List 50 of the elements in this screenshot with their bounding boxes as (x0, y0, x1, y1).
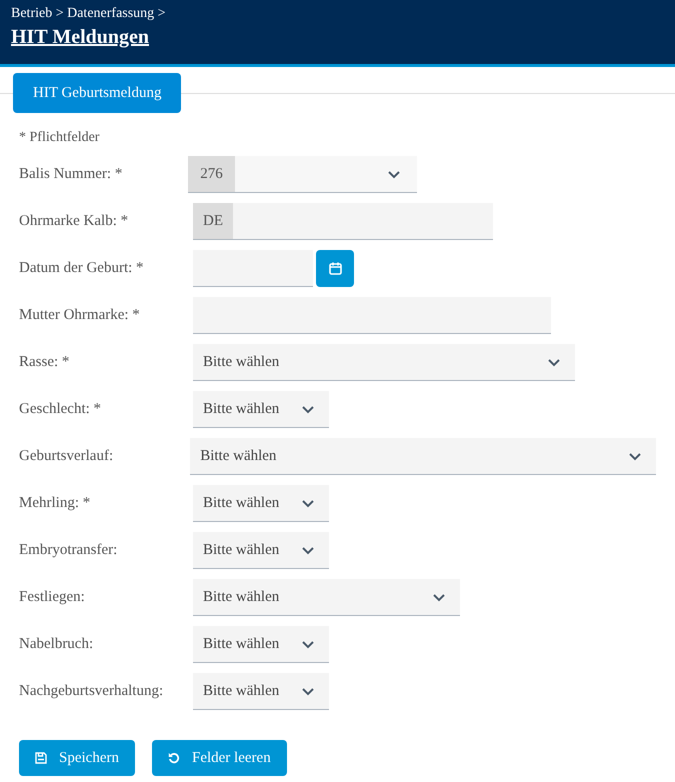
tab[interactable]: HIT Geburtsmeldung (13, 73, 182, 113)
select-field[interactable]: Bitte wählen (193, 579, 460, 616)
chevron-down-icon (301, 640, 315, 648)
select-field[interactable]: Bitte wählen (190, 438, 656, 475)
field-label: Mutter Ohrmarke: * (19, 306, 141, 326)
select-field[interactable]: Bitte wählen (193, 626, 329, 663)
chevron-down-icon (301, 404, 315, 414)
field-label: Embryotransfer: (19, 541, 118, 560)
chevron-down-icon (301, 686, 315, 696)
select-value: Bitte wählen (203, 682, 280, 701)
select-field[interactable]: Bitte wählen (193, 344, 575, 381)
select-value: Bitte wählen (203, 494, 280, 513)
select-value: Bitte wählen (203, 352, 280, 372)
calendar-button[interactable] (316, 250, 354, 287)
input-field[interactable]: DE (193, 203, 493, 240)
select-field[interactable]: Bitte wählen (193, 391, 329, 428)
field-label: Festliegen: (19, 588, 86, 608)
field-label: Mehrling: * (19, 494, 92, 514)
select-field[interactable]: Bitte wählen (193, 673, 329, 710)
calendar-icon (328, 262, 342, 275)
select-value: Bitte wählen (203, 540, 280, 560)
field-label: Geschlecht: * (19, 400, 102, 420)
rotate-left-icon (168, 752, 180, 764)
field-label: Balis Nummer: * (19, 165, 124, 184)
country-prefix: DE (193, 203, 233, 239)
select-field[interactable]: Bitte wählen (193, 532, 329, 569)
field-label: Nachgeburtsverhaltung: (19, 682, 164, 702)
field-label: Rasse: * (19, 353, 70, 372)
select-value: Bitte wählen (203, 634, 280, 654)
country-prefix: 276 (188, 156, 235, 192)
breadcrumb: Betrieb > Datenerfassung > (11, 5, 167, 22)
chevron-down-icon (432, 592, 446, 602)
select-value: Bitte wählen (200, 446, 276, 466)
chevron-down-icon (387, 170, 401, 178)
select-value: Bitte wählen (203, 400, 280, 419)
required-note: * Pflichtfelder (19, 129, 100, 147)
field-label: Geburtsverlauf: (19, 447, 114, 466)
input-field[interactable] (193, 297, 551, 334)
balis-select[interactable]: 276 (188, 156, 417, 193)
chevron-down-icon (301, 498, 315, 508)
page-title: HIT Meldungen (11, 25, 150, 50)
chevron-down-icon (301, 546, 315, 554)
field-label: Datum der Geburt: * (19, 259, 145, 278)
chevron-down-icon (547, 358, 561, 366)
select-value: Bitte wählen (203, 588, 280, 607)
field-label: Nabelbruch: (19, 635, 94, 654)
date-field[interactable] (193, 250, 313, 287)
chevron-down-icon (628, 452, 642, 460)
select-field[interactable]: Bitte wählen (193, 485, 329, 522)
field-label: Ohrmarke Kalb: * (19, 212, 130, 232)
